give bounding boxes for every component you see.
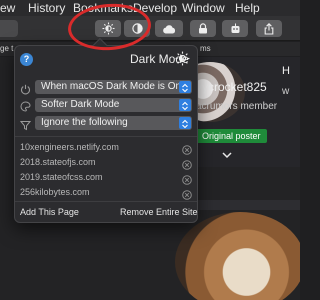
menu-bar: ew History Bookmarks Develop Window Help bbox=[0, 0, 300, 16]
remove-entire-site-button[interactable]: Remove Entire Site bbox=[120, 207, 198, 217]
site-name: 10xengineers.netlify.com bbox=[20, 142, 119, 152]
list-item: 2018.stateofjs.com bbox=[20, 155, 192, 170]
site-filter-select[interactable]: Ignore the following bbox=[35, 116, 192, 130]
site-name: 2019.stateofcss.com bbox=[20, 172, 103, 182]
help-button[interactable]: ? bbox=[20, 53, 33, 66]
cloud-extension-button[interactable] bbox=[155, 20, 183, 37]
select-stepper-icon bbox=[179, 117, 191, 129]
post-username[interactable]: vycrocket825 bbox=[196, 80, 267, 94]
theme-select-value: Softer Dark Mode bbox=[41, 99, 120, 110]
site-name: 2018.stateofjs.com bbox=[20, 157, 96, 167]
lock-icon bbox=[199, 23, 207, 34]
robot-icon bbox=[231, 23, 239, 33]
original-poster-badge: Original poster bbox=[196, 129, 267, 143]
sun-icon bbox=[175, 51, 190, 71]
palette-icon bbox=[20, 99, 31, 117]
list-item: 10xengineers.netlify.com bbox=[20, 140, 192, 155]
screenshot-root: ew History Bookmarks Develop Window Help bbox=[0, 0, 300, 300]
back-forward-button[interactable] bbox=[0, 20, 18, 37]
post-heading-fragment: H bbox=[282, 65, 290, 77]
chevron-down-icon[interactable] bbox=[222, 148, 232, 162]
menu-view[interactable]: ew bbox=[0, 0, 15, 16]
menu-history[interactable]: History bbox=[28, 0, 65, 16]
menu-window[interactable]: Window bbox=[182, 0, 225, 16]
popover-divider bbox=[15, 136, 197, 137]
add-this-page-button[interactable]: Add This Page bbox=[20, 207, 79, 217]
remove-site-icon[interactable] bbox=[182, 187, 192, 205]
power-icon bbox=[20, 82, 31, 100]
site-filter-select-value: Ignore the following bbox=[41, 117, 128, 128]
popover-divider bbox=[15, 201, 197, 202]
activation-select[interactable]: When macOS Dark Mode is On bbox=[35, 80, 192, 94]
robot-extension-button[interactable] bbox=[222, 20, 248, 37]
theme-select[interactable]: Softer Dark Mode bbox=[35, 98, 192, 112]
menu-help[interactable]: Help bbox=[235, 0, 260, 16]
post-text-fragment: w bbox=[282, 86, 290, 97]
list-item: 2019.stateofcss.com bbox=[20, 170, 192, 185]
filter-icon bbox=[19, 118, 32, 136]
post-image bbox=[175, 212, 300, 300]
list-item: 256kilobytes.com bbox=[20, 185, 192, 200]
site-name: 256kilobytes.com bbox=[20, 187, 90, 197]
share-icon bbox=[264, 22, 274, 35]
select-stepper-icon bbox=[179, 99, 191, 111]
activation-select-value: When macOS Dark Mode is On bbox=[41, 81, 182, 92]
cloud-icon bbox=[163, 24, 176, 33]
lock-extension-button[interactable] bbox=[190, 20, 216, 37]
tab-left[interactable]: ge t bbox=[0, 43, 13, 55]
share-button[interactable] bbox=[256, 20, 282, 37]
member-title: acrumors member bbox=[196, 101, 278, 112]
select-stepper-icon bbox=[179, 81, 191, 93]
tab-right[interactable]: ms bbox=[200, 43, 211, 55]
